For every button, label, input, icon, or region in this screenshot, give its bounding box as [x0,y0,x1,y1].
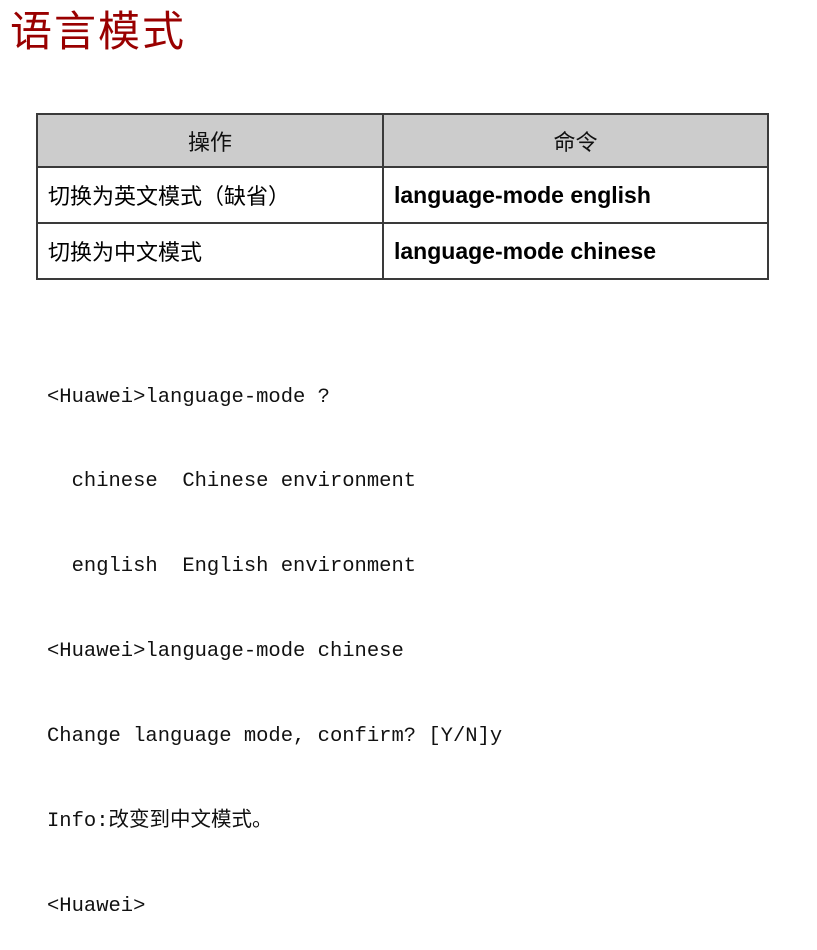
page-title: 语言模式 [10,7,187,56]
operation-cell: 切换为中文模式 [36,222,384,280]
terminal-line: <Huawei>language-mode chinese [47,640,404,664]
table-row: 切换为中文模式 language-mode chinese [36,222,769,280]
terminal-line: chinese Chinese environment [47,470,417,494]
terminal-line: <Huawei> [47,894,146,918]
terminal-line: english English environment [47,555,417,579]
terminal-output: <Huawei>language-mode ? chinese Chinese … [47,327,502,950]
command-table: 操作 命令 切换为英文模式（缺省） language-mode english … [36,113,769,280]
command-cell: language-mode chinese [382,222,769,280]
table-row: 切换为英文模式（缺省） language-mode english [36,166,769,224]
operation-cell: 切换为英文模式（缺省） [36,166,384,224]
terminal-line: Change language mode, confirm? [Y/N]y [47,725,503,749]
column-header-command: 命令 [382,113,769,168]
table-header-row: 操作 命令 [36,113,769,168]
column-header-operation: 操作 [36,113,384,168]
terminal-line: <Huawei>language-mode ? [47,385,330,409]
terminal-line: Info:改变到中文模式。 [47,810,273,834]
command-cell: language-mode english [382,166,769,224]
